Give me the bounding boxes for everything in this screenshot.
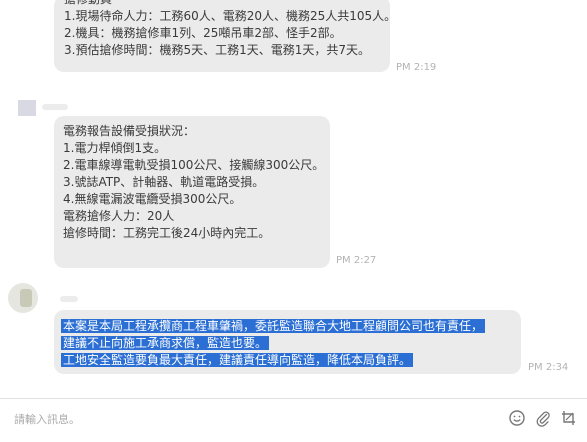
- avatar[interactable]: [8, 283, 38, 313]
- message-line: 4.無線電漏波電纜受損300公尺。: [63, 192, 242, 206]
- emoji-icon[interactable]: [507, 408, 527, 428]
- chat-area[interactable]: 搶修動員 1.現場待命人力：工務60人、電務20人、機務25人共105人。 2.…: [0, 0, 587, 398]
- message-line: 3.預估搶修時間：機務5天、工務1天、電務1天，共7天。: [64, 43, 370, 57]
- message-bubble-1[interactable]: 搶修動員 1.現場待命人力：工務60人、電務20人、機務25人共105人。 2.…: [54, 0, 396, 72]
- message-line: 2.電車線導電軌受損100公尺、接觸線300公尺。: [63, 158, 325, 172]
- selected-message-line: 本案是本局工程承攬商工程車肇禍，委託監造聯合大地工程顧問公司也有責任，: [61, 319, 486, 333]
- message-line: 2.機具：機務搶修車1列、25噸吊車2部、怪手2部。: [64, 26, 342, 40]
- message-line: 搶修動員: [64, 0, 396, 8]
- message-input-bar: 請輸入訊息。: [0, 398, 587, 442]
- attach-icon[interactable]: [533, 408, 553, 428]
- message-line: 搶修時間：工務完工後24小時內完工。: [63, 226, 271, 240]
- selected-message-line: 建議不止向施工承商求償，監造也要。: [61, 336, 270, 350]
- message-line: 電務搶修人力：20人: [63, 209, 175, 223]
- scissors-icon[interactable]: [559, 408, 579, 428]
- message-line: 3.號誌ATP、計軸器、軌道電路受損。: [63, 175, 265, 189]
- message-timestamp: PM 2:34: [528, 362, 569, 373]
- avatar[interactable]: [18, 100, 36, 116]
- message-bubble-2[interactable]: 電務報告設備受損狀況： 1.電力桿傾倒1支。 2.電車線導電軌受損100公尺、接…: [54, 116, 330, 268]
- message-line: 1.現場待命人力：工務60人、電務20人、機務25人共105人。: [64, 9, 397, 23]
- message-input[interactable]: 請輸入訊息。: [14, 411, 80, 427]
- sender-name: [42, 104, 68, 110]
- message-timestamp: PM 2:19: [396, 62, 437, 73]
- message-timestamp: PM 2:27: [336, 255, 377, 266]
- message-line: 電務報告設備受損狀況：: [63, 124, 196, 138]
- avatar-image: [20, 289, 32, 307]
- selected-message-line: 工地安全監造要負最大責任，建議責任導向監造，降低本局負評。: [61, 353, 414, 367]
- message-line: 1.電力桿傾倒1支。: [63, 141, 167, 155]
- sender-name: [60, 296, 78, 302]
- message-bubble-3[interactable]: 本案是本局工程承攬商工程車肇禍，委託監造聯合大地工程顧問公司也有責任， 建議不止…: [54, 310, 521, 374]
